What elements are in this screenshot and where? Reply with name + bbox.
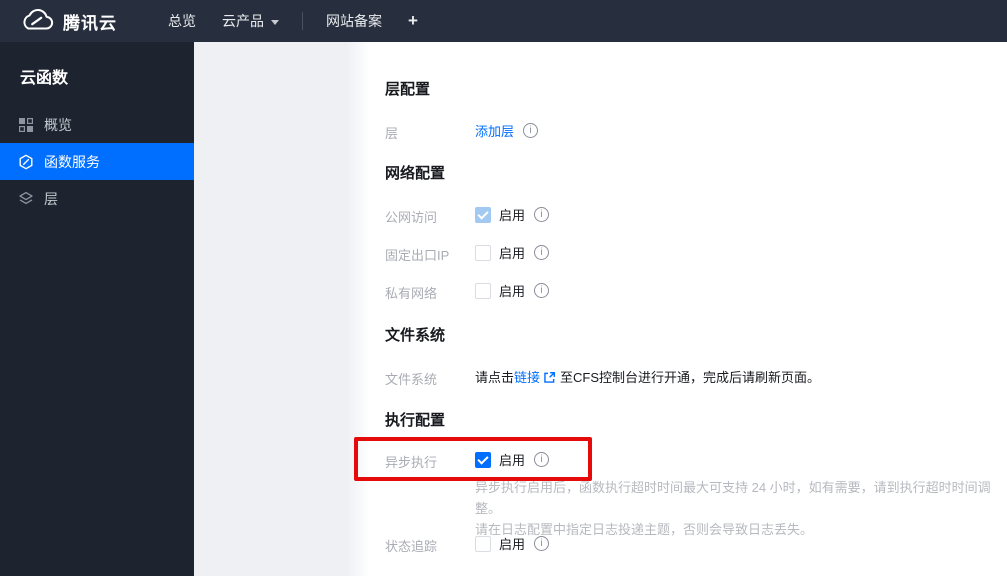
sidebar-item-layers[interactable]: 层: [0, 180, 194, 217]
sidebar-item-label: 函数服务: [44, 153, 100, 170]
secondary-panel: [194, 42, 370, 576]
layers-icon: [18, 191, 34, 207]
status-tracking-label: 状态追踪: [385, 539, 438, 554]
brand-logo-link[interactable]: 腾讯云: [20, 9, 117, 34]
nav-item-products[interactable]: 云产品: [209, 0, 292, 42]
topbar: 腾讯云 总览 云产品 网站备案 +: [0, 0, 1007, 42]
layer-value: 添加层: [475, 121, 539, 140]
sidebar-title: 云函数: [20, 70, 69, 87]
nav-item-icp[interactable]: 网站备案: [313, 0, 395, 42]
layer-label: 层: [385, 126, 399, 141]
filesystem-text-before: 请点击: [475, 370, 515, 385]
status-tracking-value: 启用: [475, 534, 550, 553]
enable-label: 启用: [499, 208, 526, 223]
info-icon[interactable]: [534, 283, 550, 298]
nav-item-overview[interactable]: 总览: [155, 0, 209, 42]
tencent-cloud-logo-icon: [20, 9, 54, 33]
external-link-icon: [543, 371, 556, 384]
topnav: 总览 云产品 网站备案 +: [155, 0, 431, 42]
status-tracking-checkbox[interactable]: [475, 535, 491, 552]
enable-label: 启用: [499, 453, 526, 468]
fixed-ip-checkbox[interactable]: [475, 244, 491, 261]
vpc-checkbox[interactable]: [475, 282, 491, 299]
info-icon[interactable]: [534, 536, 550, 551]
async-execution-label: 异步执行: [385, 455, 438, 470]
enable-label: 启用: [499, 246, 526, 261]
info-icon[interactable]: [534, 245, 550, 260]
sidebar-item-overview[interactable]: 概览: [0, 106, 194, 143]
public-access-checkbox: [475, 206, 491, 223]
filesystem-value: 请点击 链接 至CFS控制台进行开通，完成后请刷新页面。: [475, 367, 820, 386]
nav-separator: [302, 12, 303, 30]
section-heading-filesystem: 文件系统: [385, 327, 446, 344]
hint-line-1: 异步执行启用后，函数执行超时时间最大可支持 24 小时，如有需要，请到执行超时时…: [475, 480, 991, 516]
async-execution-value: 启用: [475, 450, 550, 469]
chevron-down-icon: [271, 19, 279, 25]
public-access-value: 启用: [475, 205, 550, 224]
function-icon: [18, 154, 34, 170]
brand-name: 腾讯云: [63, 13, 117, 33]
fixed-ip-value: 启用: [475, 243, 550, 262]
enable-label: 启用: [499, 537, 526, 552]
vpc-label: 私有网络: [385, 286, 438, 301]
nav-icp-label: 网站备案: [326, 13, 382, 29]
vpc-value: 启用: [475, 281, 550, 300]
nav-overview-label: 总览: [168, 13, 196, 29]
plus-icon: +: [408, 11, 418, 30]
nav-add-tab-button[interactable]: +: [395, 0, 431, 42]
sidebar: 云函数 概览 函数服务 层: [0, 42, 194, 576]
enable-label: 启用: [499, 284, 526, 299]
info-icon[interactable]: [534, 207, 550, 222]
section-heading-execution: 执行配置: [385, 412, 446, 429]
nav-products-label: 云产品: [222, 13, 264, 29]
section-heading-network: 网络配置: [385, 165, 446, 182]
add-layer-link[interactable]: 添加层: [475, 121, 514, 140]
sidebar-item-label: 概览: [44, 116, 72, 133]
async-execution-hint: 异步执行启用后，函数执行超时时间最大可支持 24 小时，如有需要，请到执行超时时…: [475, 477, 1007, 540]
sidebar-item-label: 层: [44, 190, 58, 207]
fixed-ip-label: 固定出口IP: [385, 248, 450, 263]
async-execution-checkbox[interactable]: [475, 451, 491, 468]
filesystem-label: 文件系统: [385, 372, 438, 387]
info-icon[interactable]: [523, 123, 539, 138]
sidebar-item-function-service[interactable]: 函数服务: [0, 143, 194, 180]
filesystem-text-after: 至CFS控制台进行开通，完成后请刷新页面。: [560, 370, 821, 385]
public-access-label: 公网访问: [385, 210, 438, 225]
section-heading-layer: 层配置: [385, 81, 431, 98]
cfs-console-link[interactable]: 链接: [514, 367, 540, 386]
hint-line-2: 请在日志配置中指定日志投递主题，否则会导致日志丢失。: [475, 522, 814, 537]
grid-icon: [18, 117, 34, 133]
page: 腾讯云 总览 云产品 网站备案 + 云函数 概览 函数服务 层 层配置 层 添加…: [0, 0, 1007, 576]
info-icon[interactable]: [534, 452, 550, 467]
